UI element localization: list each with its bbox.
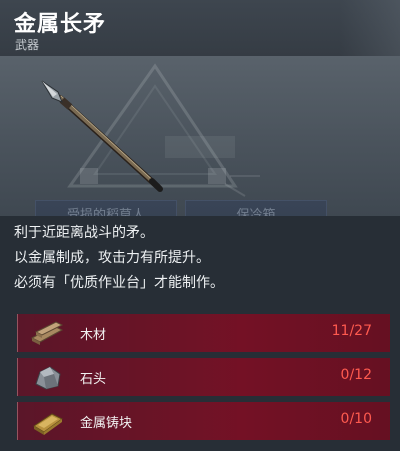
description-line-3: 必须有「优质作业台」才能制作。	[14, 275, 224, 291]
material-count: 11/27	[331, 323, 372, 339]
metal-spear-icon	[41, 80, 163, 192]
header-fade	[340, 0, 400, 56]
stone-icon	[35, 366, 61, 390]
material-name: 金属铸块	[80, 416, 133, 431]
material-row: 金属铸块 0/10	[17, 402, 390, 440]
material-requirements: 木材 11/27 石头 0/12 金属铸块 0/10	[0, 308, 400, 451]
material-row: 石头 0/12	[17, 358, 390, 396]
metal-ingot-icon	[33, 413, 63, 435]
material-count: 0/10	[340, 411, 372, 427]
description-line-2: 以金属制成，攻击力有所提升。	[14, 250, 210, 266]
item-preview	[0, 56, 400, 216]
item-category: 武器	[15, 38, 40, 52]
material-name: 石头	[80, 372, 107, 387]
item-title: 金属长矛	[14, 12, 107, 37]
description-line-1: 利于近距离战斗的矛。	[14, 225, 154, 241]
item-header: 金属长矛 武器	[0, 0, 400, 56]
wood-icon	[30, 321, 64, 345]
item-description: 利于近距离战斗的矛。 以金属制成，攻击力有所提升。 必须有「优质作业台」才能制作…	[0, 216, 400, 308]
material-row: 木材 11/27	[17, 314, 390, 352]
material-count: 0/12	[340, 367, 372, 383]
material-name: 木材	[80, 328, 107, 343]
